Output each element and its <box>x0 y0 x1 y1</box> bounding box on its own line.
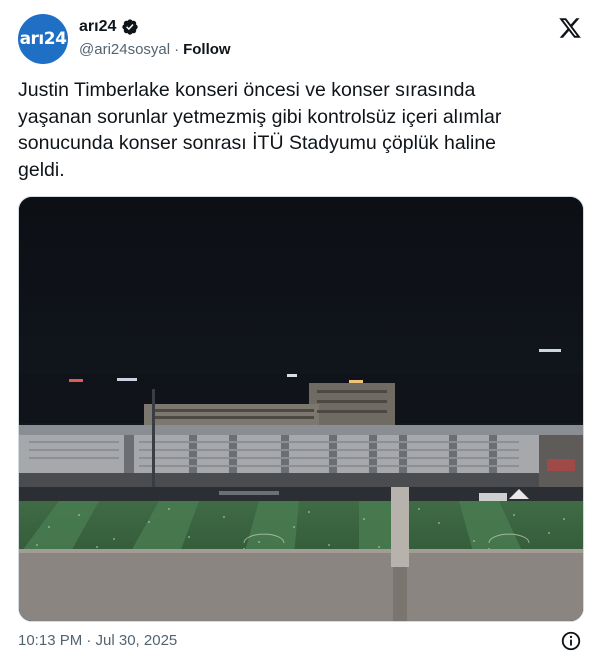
separator: · <box>174 41 180 58</box>
timestamp[interactable]: 10:13 PM · Jul 30, 2025 <box>18 632 177 649</box>
verified-badge-icon <box>122 19 139 35</box>
user-info: arı24 @ari24sosyal · Follow <box>79 17 231 58</box>
avatar-logo-text: arı24 <box>19 29 67 49</box>
x-logo-icon[interactable] <box>558 16 582 40</box>
handle[interactable]: @ari24sosyal <box>79 41 170 58</box>
info-icon[interactable] <box>560 630 582 652</box>
tweet-footer: 10:13 PM · Jul 30, 2025 <box>18 630 582 652</box>
tweet-header: arı24 arı24 @ari24sosyal · Follow <box>18 14 582 64</box>
follow-button[interactable]: Follow <box>183 41 231 58</box>
avatar[interactable]: arı24 <box>18 14 68 64</box>
stadium-photo <box>19 197 583 621</box>
tweet-text: Justin Timberlake konseri öncesi ve kons… <box>18 79 502 181</box>
display-name[interactable]: arı24 <box>79 18 116 36</box>
tweet-photo[interactable] <box>18 196 584 622</box>
